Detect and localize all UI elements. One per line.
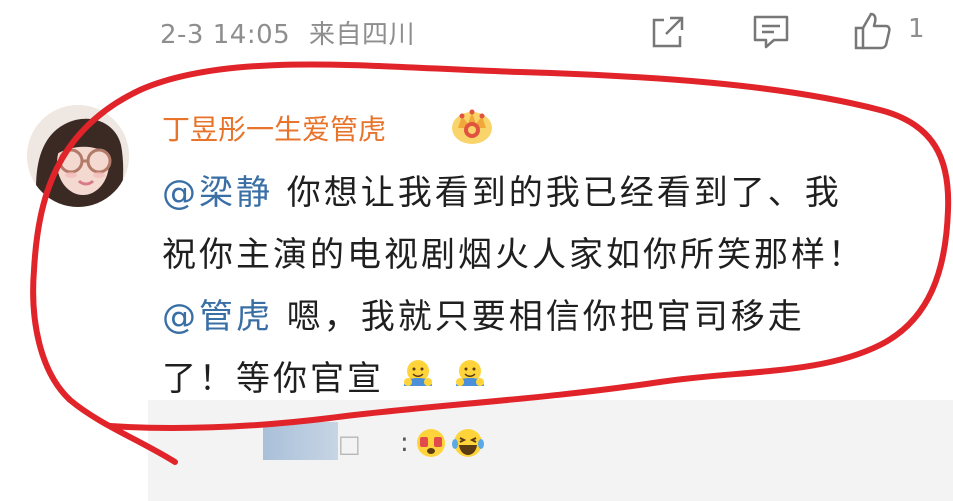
reply-username-blurred [263,422,338,460]
username-row: 丁昱彤一生爱管虎 [162,104,922,150]
username[interactable]: 丁昱彤一生爱管虎 [162,108,386,148]
surprised-emoji [414,426,448,464]
comment-icon[interactable] [752,14,790,50]
reply-colon: : [400,428,409,458]
reply-username-tail: □ [338,430,361,458]
comment-text-segment: 嗯，我就只要相信你把官司移走 [273,297,805,337]
comment-line-2: 祝你主演的电视剧烟火人家如你所笑那样！ [162,235,865,275]
comment-text-segment: 了！等你官宣 [162,359,384,399]
comment-line-3: @管虎 嗯，我就只要相信你把官司移走 [162,286,922,348]
avatar[interactable] [27,105,129,207]
reply-preview[interactable]: □ : [148,400,953,501]
comment-line-1: @梁静 你想让我看到的我已经看到了、我 [162,162,922,224]
comment-body: 丁昱彤一生爱管虎 @梁静 你想让我看到的我已经看到了、我 祝你主演的电视剧烟火人… [162,104,922,412]
comment-text: @梁静 你想让我看到的我已经看到了、我 祝你主演的电视剧烟火人家如你所笑那样！ … [162,162,922,412]
mention-link[interactable]: @管虎 [162,297,273,337]
comment-location: 来自四川 [308,20,415,50]
comment-meta-row: 2-3 14:05 来自四川 1 [160,12,940,56]
like-count: 1 [908,14,925,44]
share-icon[interactable] [650,14,686,50]
laughing-tears-emoji [450,426,486,464]
comment-timestamp: 2-3 14:05 来自四川 [160,14,415,51]
comment-date: 2-3 14:05 [160,20,291,50]
crown-badge-icon [450,106,494,150]
mention-link[interactable]: @梁静 [162,173,273,213]
thumbs-up-icon[interactable] [852,10,894,52]
comment-text-segment: 你想让我看到的我已经看到了、我 [273,173,842,213]
